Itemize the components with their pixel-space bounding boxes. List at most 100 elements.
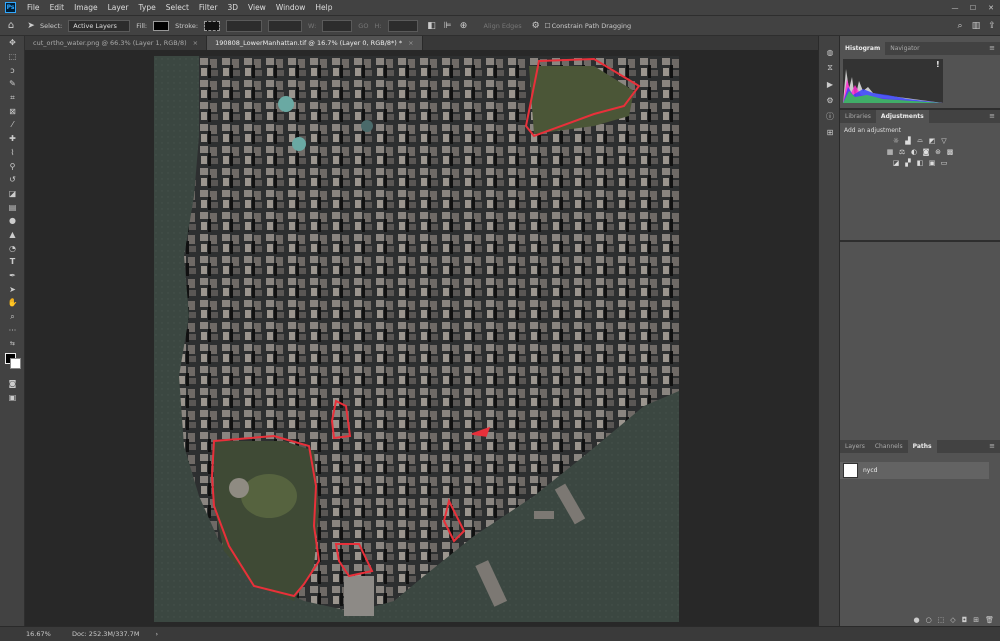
properties-panel-icon[interactable]: ⚙ bbox=[819, 92, 841, 108]
path-selection-tool-side-icon[interactable]: ➤ bbox=[0, 282, 25, 296]
menu-type[interactable]: Type bbox=[134, 3, 161, 12]
stroke-swatch[interactable] bbox=[204, 20, 221, 31]
selective-color-icon[interactable]: ▣ bbox=[928, 158, 937, 167]
curves-icon[interactable]: ⌓ bbox=[916, 136, 925, 145]
tab-paths[interactable]: Paths bbox=[907, 440, 937, 453]
path-alignment-icon[interactable]: ⊫ bbox=[440, 21, 456, 31]
constrain-path-label[interactable]: Constrain Path Dragging bbox=[552, 22, 632, 30]
tab-libraries[interactable]: Libraries bbox=[840, 110, 876, 123]
frame-tool-icon[interactable]: ⊠ bbox=[0, 104, 25, 118]
histogram-warning-icon[interactable]: ! bbox=[936, 60, 940, 69]
tab-histogram[interactable]: Histogram bbox=[840, 42, 886, 55]
color-balance-icon[interactable]: ⚖ bbox=[898, 147, 907, 156]
quick-mask-icon[interactable]: ◙ bbox=[0, 377, 25, 391]
minimize-icon[interactable]: — bbox=[946, 4, 964, 12]
screen-mode-icon[interactable]: ▣ bbox=[0, 391, 25, 405]
delete-path-icon[interactable]: 🗑 bbox=[985, 616, 994, 624]
tab-adjustments[interactable]: Adjustments bbox=[875, 110, 929, 123]
gradient-map-icon[interactable]: ▭ bbox=[940, 158, 949, 167]
black-white-icon[interactable]: ◐ bbox=[910, 147, 919, 156]
stroke-path-icon[interactable]: ○ bbox=[926, 616, 932, 624]
path-selection-tool-icon[interactable]: ➤ bbox=[22, 21, 40, 31]
edit-toolbar-icon[interactable]: ··· bbox=[0, 323, 25, 337]
panel-menu-icon[interactable]: ≡ bbox=[989, 44, 995, 52]
threshold-icon[interactable]: ◧ bbox=[916, 158, 925, 167]
zoom-tool-icon[interactable]: ⌕ bbox=[0, 310, 25, 324]
gradient-tool-icon[interactable]: ▤ bbox=[0, 200, 25, 214]
glyphs-panel-icon[interactable]: ⊞ bbox=[819, 124, 841, 140]
levels-icon[interactable]: ▟ bbox=[904, 136, 913, 145]
color-panel-icon[interactable]: ◍ bbox=[819, 44, 841, 60]
make-work-path-icon[interactable]: ◇ bbox=[950, 616, 955, 624]
sharpen-tool-icon[interactable]: ▲ bbox=[0, 228, 25, 242]
menu-help[interactable]: Help bbox=[310, 3, 337, 12]
eyedropper-tool-icon[interactable]: ⁄ bbox=[0, 118, 25, 132]
stroke-width-field[interactable] bbox=[226, 19, 263, 32]
select-dropdown[interactable]: Active Layers bbox=[68, 19, 131, 32]
tab-lower-manhattan[interactable]: 190808_LowerManhattan.tif @ 16.7% (Layer… bbox=[207, 36, 423, 50]
invert-icon[interactable]: ◪ bbox=[892, 158, 901, 167]
tab-close-icon[interactable]: × bbox=[193, 39, 198, 47]
crop-tool-icon[interactable]: ⌗ bbox=[0, 91, 25, 105]
path-row-nycd[interactable]: nycd bbox=[840, 462, 989, 479]
maximize-icon[interactable]: ☐ bbox=[964, 4, 982, 12]
fill-swatch[interactable] bbox=[153, 20, 170, 31]
quick-select-tool-icon[interactable]: ✎ bbox=[0, 77, 25, 91]
panel-menu-icon[interactable]: ≡ bbox=[989, 442, 995, 450]
panel-menu-icon[interactable]: ≡ bbox=[989, 112, 995, 120]
eraser-tool-icon[interactable]: ◪ bbox=[0, 187, 25, 201]
tab-channels[interactable]: Channels bbox=[870, 440, 908, 453]
checkbox-icon[interactable]: ☐ bbox=[544, 22, 552, 30]
info-panel-icon[interactable]: ⓘ bbox=[819, 108, 841, 124]
pen-tool-icon[interactable]: ✒ bbox=[0, 269, 25, 283]
brightness-icon[interactable]: ☼ bbox=[892, 136, 901, 145]
workspace-icon[interactable]: ▥ bbox=[968, 21, 984, 31]
menu-filter[interactable]: Filter bbox=[194, 3, 223, 12]
tab-navigator[interactable]: Navigator bbox=[885, 42, 924, 55]
dodge-tool-icon[interactable]: ◔ bbox=[0, 241, 25, 255]
path-arrangement-icon[interactable]: ⊕ bbox=[456, 21, 472, 31]
menu-window[interactable]: Window bbox=[271, 3, 311, 12]
photo-filter-icon[interactable]: ◙ bbox=[922, 147, 931, 156]
clone-stamp-tool-icon[interactable]: ⚲ bbox=[0, 159, 25, 173]
healing-brush-tool-icon[interactable]: ✚ bbox=[0, 132, 25, 146]
share-icon[interactable]: ⇪ bbox=[984, 21, 1000, 31]
width-field[interactable] bbox=[322, 19, 353, 32]
tab-close-icon[interactable]: × bbox=[408, 39, 413, 47]
status-menu-arrow[interactable]: › bbox=[155, 630, 158, 638]
blur-tool-icon[interactable]: ● bbox=[0, 214, 25, 228]
exposure-icon[interactable]: ◩ bbox=[928, 136, 937, 145]
document-canvas-aerial-image[interactable] bbox=[154, 56, 679, 622]
color-lookup-icon[interactable]: ▩ bbox=[946, 147, 955, 156]
history-brush-tool-icon[interactable]: ↺ bbox=[0, 173, 25, 187]
type-tool-icon[interactable]: T bbox=[0, 255, 25, 269]
marquee-tool-icon[interactable]: ⬚ bbox=[0, 50, 25, 64]
color-swatches-icon[interactable] bbox=[0, 351, 25, 373]
stroke-type-field[interactable] bbox=[268, 19, 303, 32]
tab-cut-ortho-water[interactable]: cut_ortho_water.png @ 66.3% (Layer 1, RG… bbox=[25, 36, 208, 50]
menu-file[interactable]: File bbox=[22, 3, 45, 12]
tab-layers[interactable]: Layers bbox=[840, 440, 870, 453]
menu-image[interactable]: Image bbox=[69, 3, 103, 12]
history-panel-icon[interactable]: ⧖ bbox=[819, 60, 841, 76]
add-mask-icon[interactable]: ◘ bbox=[962, 616, 968, 624]
load-selection-icon[interactable]: ⬚ bbox=[938, 616, 945, 624]
align-edges-option[interactable]: Align Edges bbox=[484, 22, 522, 30]
menu-select[interactable]: Select bbox=[161, 3, 194, 12]
lasso-tool-icon[interactable]: ↄ bbox=[0, 63, 25, 77]
move-tool-icon[interactable]: ✥ bbox=[0, 36, 25, 50]
path-operations-icon[interactable]: ◧ bbox=[424, 21, 440, 31]
menu-layer[interactable]: Layer bbox=[103, 3, 134, 12]
menu-edit[interactable]: Edit bbox=[45, 3, 70, 12]
fill-path-icon[interactable]: ● bbox=[913, 616, 919, 624]
search-icon[interactable]: ⌕ bbox=[952, 21, 968, 31]
home-icon[interactable]: ⌂ bbox=[0, 20, 22, 31]
hand-tool-icon[interactable]: ✋ bbox=[0, 296, 25, 310]
menu-3d[interactable]: 3D bbox=[222, 3, 243, 12]
height-field[interactable] bbox=[387, 19, 418, 32]
background-color-swatch[interactable] bbox=[10, 357, 21, 369]
brush-tool-icon[interactable]: ⌇ bbox=[0, 146, 25, 160]
new-path-icon[interactable]: ⊞ bbox=[973, 616, 979, 624]
swap-colors-icon[interactable]: ⇆ bbox=[0, 337, 25, 351]
hue-saturation-icon[interactable]: ▦ bbox=[886, 147, 895, 156]
